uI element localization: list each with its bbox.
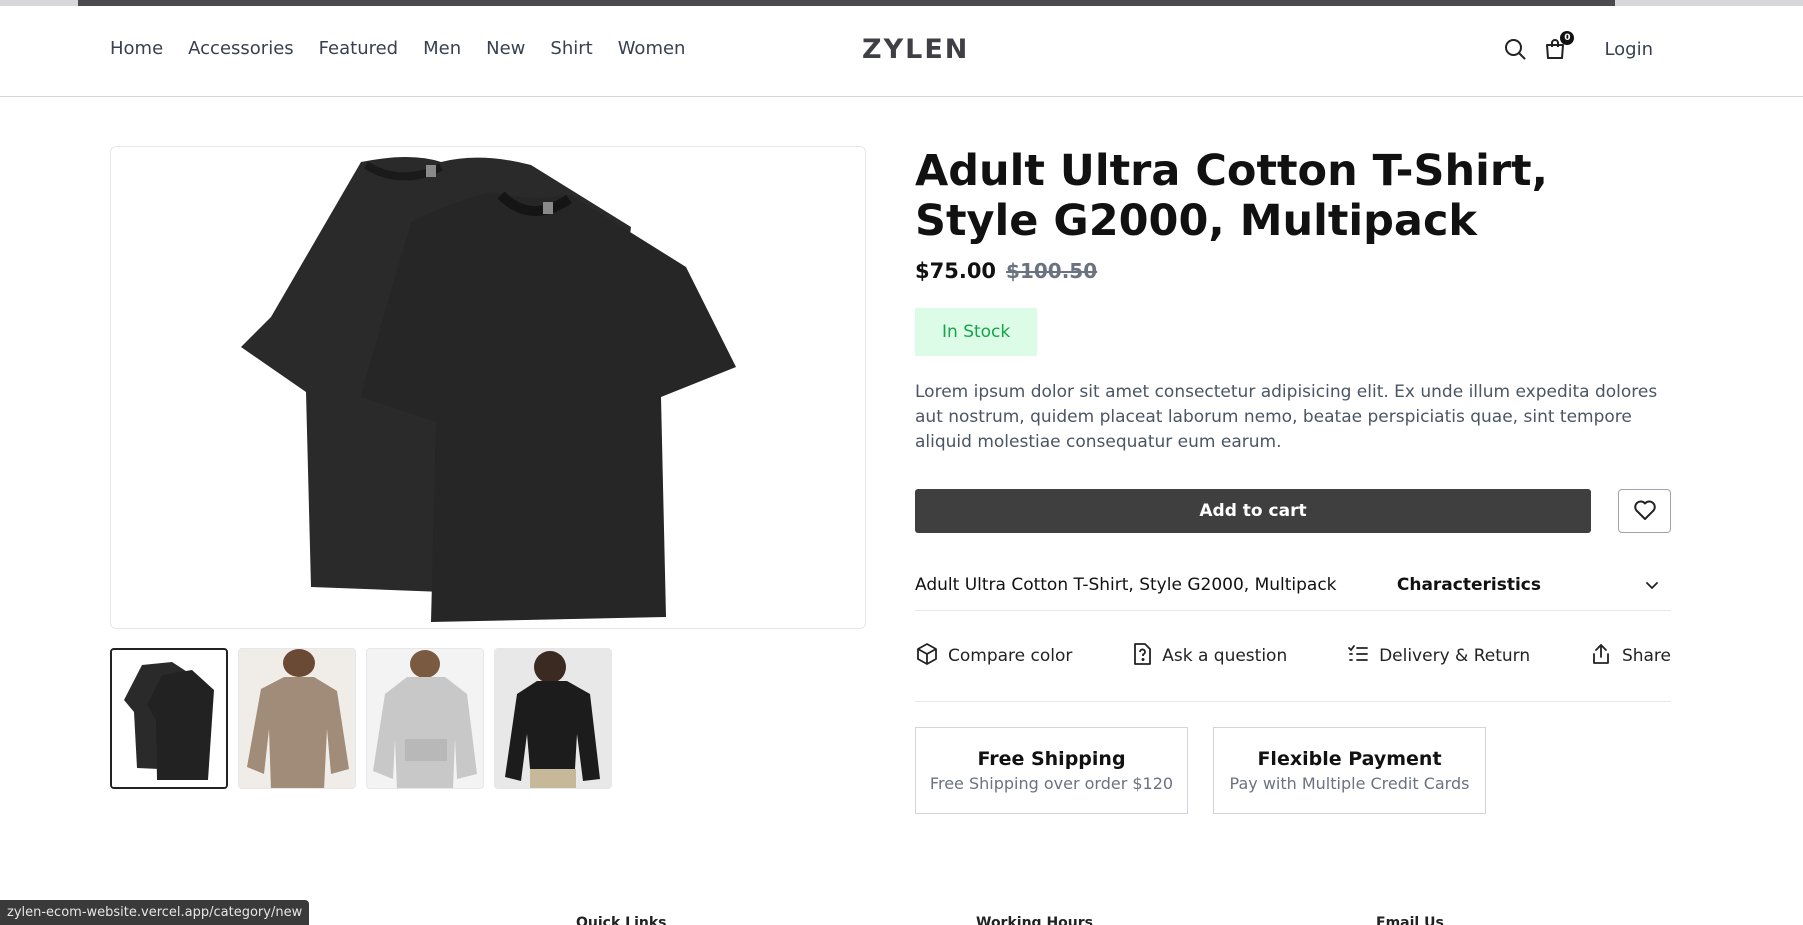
share-label: Share — [1621, 646, 1671, 666]
purchase-row: Add to cart — [915, 489, 1671, 533]
product-info: Adult Ultra Cotton T-Shirt, Style G2000,… — [915, 146, 1671, 814]
feature-cards: Free Shipping Free Shipping over order $… — [915, 727, 1671, 814]
free-shipping-card: Free Shipping Free Shipping over order $… — [915, 727, 1188, 814]
current-price: $75.00 — [915, 259, 997, 283]
nav-featured[interactable]: Featured — [319, 38, 398, 59]
list-icon — [1346, 643, 1370, 670]
browser-status-url: zylen-ecom-website.vercel.app/category/n… — [0, 900, 310, 925]
add-to-cart-button[interactable]: Add to cart — [915, 489, 1591, 533]
ask-question-action[interactable]: Ask a question — [1131, 642, 1287, 671]
thumbnail-strip — [110, 648, 612, 789]
site-logo[interactable]: ZYLEN — [862, 34, 969, 65]
feature-subtitle: Pay with Multiple Credit Cards — [1229, 774, 1470, 793]
cart-count-badge: 0 — [1560, 31, 1575, 45]
main-product-image[interactable] — [110, 146, 866, 629]
thumbnail-black-tshirts[interactable] — [110, 648, 228, 789]
share-icon — [1589, 642, 1613, 671]
flexible-payment-card: Flexible Payment Pay with Multiple Credi… — [1213, 727, 1486, 814]
delivery-return-label: Delivery & Return — [1379, 646, 1531, 666]
cube-icon — [915, 642, 939, 671]
share-action[interactable]: Share — [1589, 642, 1671, 671]
characteristics-label: Characteristics — [1396, 574, 1541, 595]
compare-color-action[interactable]: Compare color — [915, 642, 1072, 671]
cart-icon[interactable]: 0 — [1542, 31, 1575, 62]
thumbnail-grey-hoodie[interactable] — [366, 648, 484, 789]
feature-subtitle: Free Shipping over order $120 — [929, 774, 1174, 793]
characteristics-product-name: Adult Ultra Cotton T-Shirt, Style G2000,… — [915, 574, 1337, 595]
product-actions: Compare color Ask a question Delivery & … — [915, 611, 1671, 702]
nav-new[interactable]: New — [486, 38, 525, 59]
question-file-icon — [1131, 642, 1153, 671]
nav-men[interactable]: Men — [423, 38, 461, 59]
chevron-down-icon — [1645, 575, 1659, 595]
ask-question-label: Ask a question — [1162, 646, 1288, 666]
login-link[interactable]: Login — [1604, 39, 1653, 60]
thumbnail-black-longsleeve[interactable] — [494, 648, 612, 789]
footer-heading-email-us: Email Us — [1376, 915, 1444, 925]
delivery-return-action[interactable]: Delivery & Return — [1346, 643, 1530, 670]
heart-icon — [1633, 499, 1657, 524]
footer-heading-working-hours: Working Hours — [976, 915, 1093, 925]
footer-heading-quick-links: Quick Links — [576, 915, 667, 925]
nav-women[interactable]: Women — [618, 38, 686, 59]
site-header: Home Accessories Featured Men New Shirt … — [0, 6, 1803, 97]
characteristics-accordion[interactable]: Adult Ultra Cotton T-Shirt, Style G2000,… — [915, 559, 1671, 611]
thumbnail-tan-sweater[interactable] — [238, 648, 356, 789]
original-price: $100.50 — [1006, 259, 1098, 283]
feature-title: Free Shipping — [977, 748, 1126, 770]
product-description: Lorem ipsum dolor sit amet consectetur a… — [915, 382, 1658, 452]
nav-shirt[interactable]: Shirt — [550, 38, 592, 59]
price-row: $75.00 $100.50 — [915, 259, 1671, 283]
nav-home[interactable]: Home — [110, 38, 163, 59]
compare-color-label: Compare color — [948, 646, 1073, 666]
nav-accessories[interactable]: Accessories — [188, 38, 294, 59]
wishlist-button[interactable] — [1618, 489, 1671, 533]
characteristics-toggle[interactable]: Characteristics — [1397, 575, 1659, 595]
product-title: Adult Ultra Cotton T-Shirt, Style G2000,… — [915, 146, 1548, 246]
header-actions: 0 Login — [1502, 31, 1653, 62]
main-menu: Home Accessories Featured Men New Shirt … — [110, 38, 685, 59]
stock-badge: In Stock — [915, 308, 1038, 356]
search-icon[interactable] — [1502, 36, 1528, 62]
feature-title: Flexible Payment — [1257, 748, 1442, 770]
